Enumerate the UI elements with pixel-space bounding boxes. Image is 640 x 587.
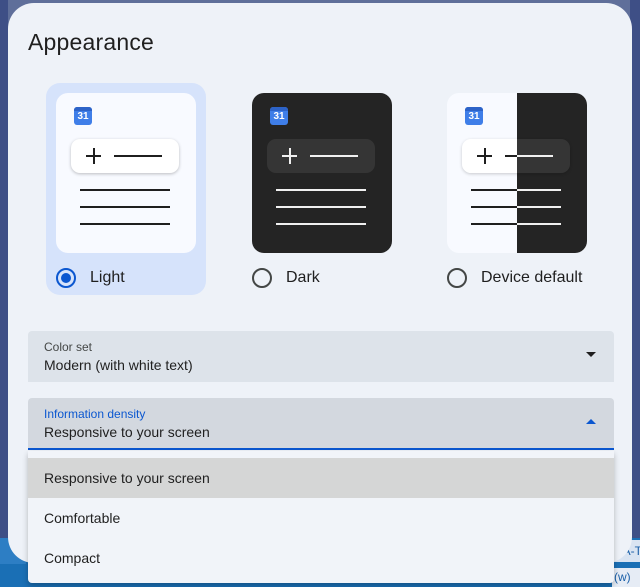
device-default-theme-preview: 31 <box>447 93 587 253</box>
theme-label-light: Light <box>90 269 125 286</box>
background-app-strip <box>0 0 8 587</box>
theme-option-light[interactable]: 31 Light <box>46 83 206 295</box>
color-set-select[interactable]: Color set Modern (with white text) <box>28 331 614 382</box>
theme-label-dark: Dark <box>286 269 320 286</box>
theme-label-device-default: Device default <box>481 269 583 286</box>
color-set-value: Modern (with white text) <box>44 357 193 373</box>
radio-button-unchecked[interactable] <box>252 268 272 288</box>
light-theme-preview: 31 <box>56 93 196 253</box>
information-density-value: Responsive to your screen <box>44 424 210 440</box>
theme-radio-row-dark[interactable]: Dark <box>252 266 320 290</box>
calendar-icon: 31 <box>465 107 483 125</box>
calendar-icon: 31 <box>270 107 288 125</box>
color-set-label: Color set <box>44 340 93 354</box>
radio-button-unchecked[interactable] <box>447 268 467 288</box>
menu-item-compact[interactable]: Compact <box>28 538 614 578</box>
preview-pill <box>71 139 179 173</box>
menu-item-responsive[interactable]: Responsive to your screen <box>28 458 614 498</box>
calendar-icon: 31 <box>74 107 92 125</box>
dialog-title: Appearance <box>28 29 155 55</box>
preview-pill <box>267 139 375 173</box>
dropdown-arrow-up-icon <box>586 419 596 424</box>
background-app-text: (w) <box>612 568 640 587</box>
preview-pill <box>462 139 570 173</box>
information-density-label: Information density <box>44 407 146 421</box>
theme-radio-row-light[interactable]: Light <box>56 266 125 290</box>
menu-item-comfortable[interactable]: Comfortable <box>28 498 614 538</box>
information-density-menu: Responsive to your screen Comfortable Co… <box>28 451 614 583</box>
theme-option-device-default[interactable]: 31 Device default <box>437 83 597 295</box>
radio-button-checked[interactable] <box>56 268 76 288</box>
information-density-select[interactable]: Information density Responsive to your s… <box>28 398 614 450</box>
theme-option-dark[interactable]: 31 Dark <box>242 83 402 295</box>
dropdown-arrow-down-icon <box>586 352 596 357</box>
dark-theme-preview: 31 <box>252 93 392 253</box>
theme-radio-row-device-default[interactable]: Device default <box>447 266 582 290</box>
